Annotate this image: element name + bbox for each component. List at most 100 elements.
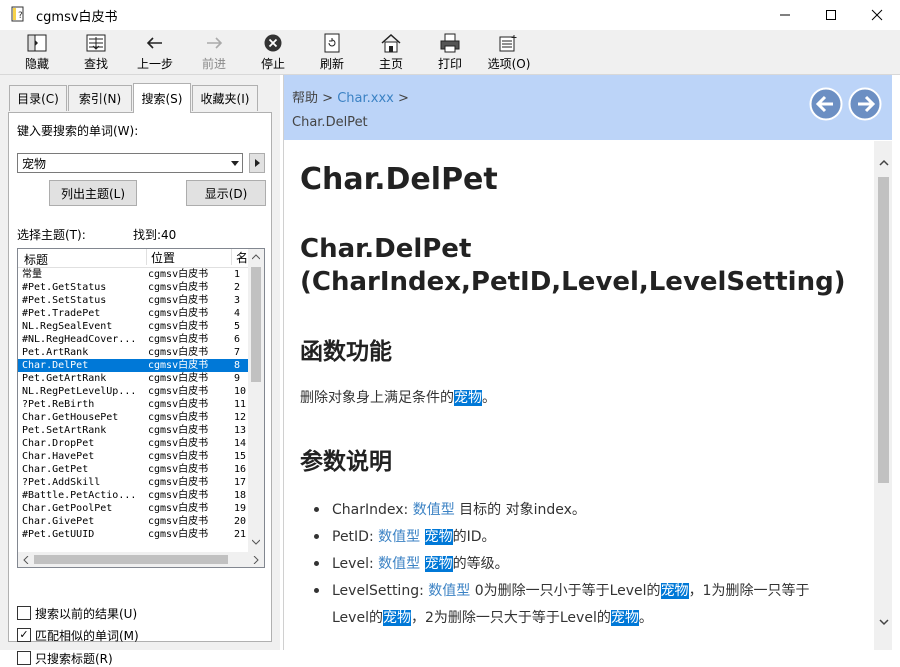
stop-icon	[248, 32, 298, 54]
result-row[interactable]: Char.DropPet cgmsv白皮书 14	[18, 437, 248, 450]
result-title: #NL.RegHeadCover...	[22, 334, 137, 345]
result-title: Pet.SetArtRank	[22, 425, 107, 436]
results-scroll-thumb[interactable]	[251, 267, 261, 382]
search-highlight: 宠物	[424, 529, 453, 545]
result-title: ?Pet.ReBirth	[22, 399, 95, 410]
back-button[interactable]: 上一步	[130, 32, 180, 72]
forward-button[interactable]: 前进	[189, 32, 239, 72]
result-location: cgmsv白皮书	[148, 490, 209, 501]
function-signature: Char.DelPet (CharIndex,PetID,Level,Level…	[300, 234, 846, 297]
locate-icon	[71, 32, 121, 54]
refresh-button[interactable]: 刷新	[307, 32, 357, 72]
result-row-selected[interactable]: Char.DelPet cgmsv白皮书 8	[18, 359, 248, 372]
breadcrumb-parent[interactable]: Char.xxx	[337, 91, 394, 106]
topic-content: Char.DelPet Char.DelPet (CharIndex,PetID…	[284, 141, 874, 650]
breadcrumb-root[interactable]: 帮助	[292, 91, 318, 106]
result-row[interactable]: #Pet.GetStatus cgmsv白皮书 2	[18, 281, 248, 294]
result-row[interactable]: Char.GetPoolPet cgmsv白皮书 19	[18, 502, 248, 515]
titles-only-checkbox[interactable]	[17, 651, 31, 665]
locate-button[interactable]: 查找	[71, 32, 121, 72]
match-similar-checkbox[interactable]: ✓	[17, 628, 31, 642]
results-vertical-scrollbar[interactable]	[248, 249, 264, 552]
result-row[interactable]: #Pet.SetStatus cgmsv白皮书 3	[18, 294, 248, 307]
result-title: Char.GivePet	[22, 516, 95, 527]
home-button[interactable]: 主页	[366, 32, 416, 72]
column-header-rank[interactable]: 名	[231, 249, 248, 265]
hide-button[interactable]: 隐藏	[12, 32, 62, 72]
chevron-down-icon	[230, 160, 239, 166]
previous-topic-button[interactable]	[809, 87, 843, 121]
search-highlight: 宠物	[610, 610, 639, 626]
breadcrumb-separator: >	[322, 91, 334, 106]
search-highlight: 宠物	[424, 556, 453, 572]
tab-search[interactable]: 搜索(S)	[133, 83, 191, 113]
results-list[interactable]: 标题 位置 名 常量 cgmsv白皮书 1 #Pet.GetStatus cgmsv白皮…	[17, 248, 265, 568]
tab-favorites[interactable]: 收藏夹(I)	[192, 85, 258, 111]
result-title: 常量	[22, 269, 42, 280]
result-location: cgmsv白皮书	[148, 425, 209, 436]
column-header-location[interactable]: 位置	[146, 249, 175, 265]
search-input[interactable]: 宠物	[17, 153, 235, 173]
toolbar: 隐藏 查找 上一步 前进 停止 刷新 主页 打印 选项(O)	[0, 30, 900, 75]
search-operators-button[interactable]	[249, 153, 265, 173]
result-title: #Pet.GetStatus	[22, 282, 107, 293]
result-row[interactable]: NL.RegSealEvent cgmsv白皮书 5	[18, 320, 248, 333]
result-row[interactable]: Pet.GetArtRank cgmsv白皮书 9	[18, 372, 248, 385]
result-row[interactable]: #Pet.GetUUID cgmsv白皮书 21	[18, 528, 248, 541]
tab-contents[interactable]: 目录(C)	[9, 85, 67, 111]
result-location: cgmsv白皮书	[148, 503, 209, 514]
result-row[interactable]: #Pet.TradePet cgmsv白皮书 4	[18, 307, 248, 320]
print-icon	[425, 32, 475, 54]
minimize-button[interactable]	[762, 0, 808, 30]
result-row[interactable]: #Battle.PetActio... cgmsv白皮书 18	[18, 489, 248, 502]
search-previous-label: 搜索以前的结果(U)	[35, 607, 138, 621]
result-row[interactable]: Pet.ArtRank cgmsv白皮书 7	[18, 346, 248, 359]
result-row[interactable]: Char.GivePet cgmsv白皮书 20	[18, 515, 248, 528]
result-row[interactable]: 常量 cgmsv白皮书 1	[18, 268, 248, 281]
result-row[interactable]: #NL.RegHeadCover... cgmsv白皮书 6	[18, 333, 248, 346]
result-row[interactable]: Pet.SetArtRank cgmsv白皮书 13	[18, 424, 248, 437]
search-previous-checkbox[interactable]	[17, 606, 31, 620]
bullet	[314, 507, 319, 512]
bullet	[314, 561, 319, 566]
result-row[interactable]: Char.HavePet cgmsv白皮书 15	[18, 450, 248, 463]
column-header-title[interactable]: 标题	[24, 251, 48, 268]
result-row[interactable]: Char.GetPet cgmsv白皮书 16	[18, 463, 248, 476]
result-location: cgmsv白皮书	[148, 438, 209, 449]
navigation-panel: 目录(C) 索引(N) 搜索(S) 收藏夹(I) 键入要搜索的单词(W): 宠物…	[0, 75, 280, 666]
topic-scroll-thumb[interactable]	[878, 177, 889, 483]
result-location: cgmsv白皮书	[148, 516, 209, 527]
maximize-button[interactable]	[808, 0, 854, 30]
section-heading-params: 参数说明	[300, 449, 392, 475]
type-link[interactable]: 数值型	[428, 583, 470, 599]
result-row[interactable]: ?Pet.AddSkill cgmsv白皮书 17	[18, 476, 248, 489]
result-title: Char.GetHousePet	[22, 412, 119, 423]
results-header: 标题 位置 名	[18, 249, 248, 268]
print-button[interactable]: 打印	[425, 32, 475, 72]
forward-arrow-icon	[189, 32, 239, 54]
type-link[interactable]: 数值型	[413, 502, 455, 518]
result-location: cgmsv白皮书	[148, 295, 209, 306]
results-hscroll-thumb[interactable]	[34, 555, 228, 564]
options-button[interactable]: 选项(O)	[484, 32, 534, 72]
result-row[interactable]: NL.RegPetLevelUp... cgmsv白皮书 10	[18, 385, 248, 398]
topic-scrollbar[interactable]	[874, 141, 893, 650]
stop-button[interactable]: 停止	[248, 32, 298, 72]
result-location: cgmsv白皮书	[148, 373, 209, 384]
tab-index[interactable]: 索引(N)	[68, 85, 132, 111]
result-row[interactable]: ?Pet.ReBirth cgmsv白皮书 11	[18, 398, 248, 411]
display-button[interactable]: 显示(D)	[186, 180, 266, 206]
result-title: #Pet.SetStatus	[22, 295, 107, 306]
next-topic-button[interactable]	[848, 87, 882, 121]
type-link[interactable]: 数值型	[378, 556, 420, 572]
type-link[interactable]: 数值型	[378, 529, 420, 545]
result-location: cgmsv白皮书	[148, 269, 209, 280]
result-title: #Pet.GetUUID	[22, 529, 95, 540]
list-topics-button[interactable]: 列出主题(L)	[49, 180, 137, 206]
close-button[interactable]	[854, 0, 900, 30]
search-dropdown-button[interactable]	[227, 153, 243, 173]
result-location: cgmsv白皮书	[148, 464, 209, 475]
result-row[interactable]: Char.GetHousePet cgmsv白皮书 12	[18, 411, 248, 424]
result-title: Char.DelPet	[22, 360, 89, 371]
results-horizontal-scrollbar[interactable]	[18, 552, 264, 567]
